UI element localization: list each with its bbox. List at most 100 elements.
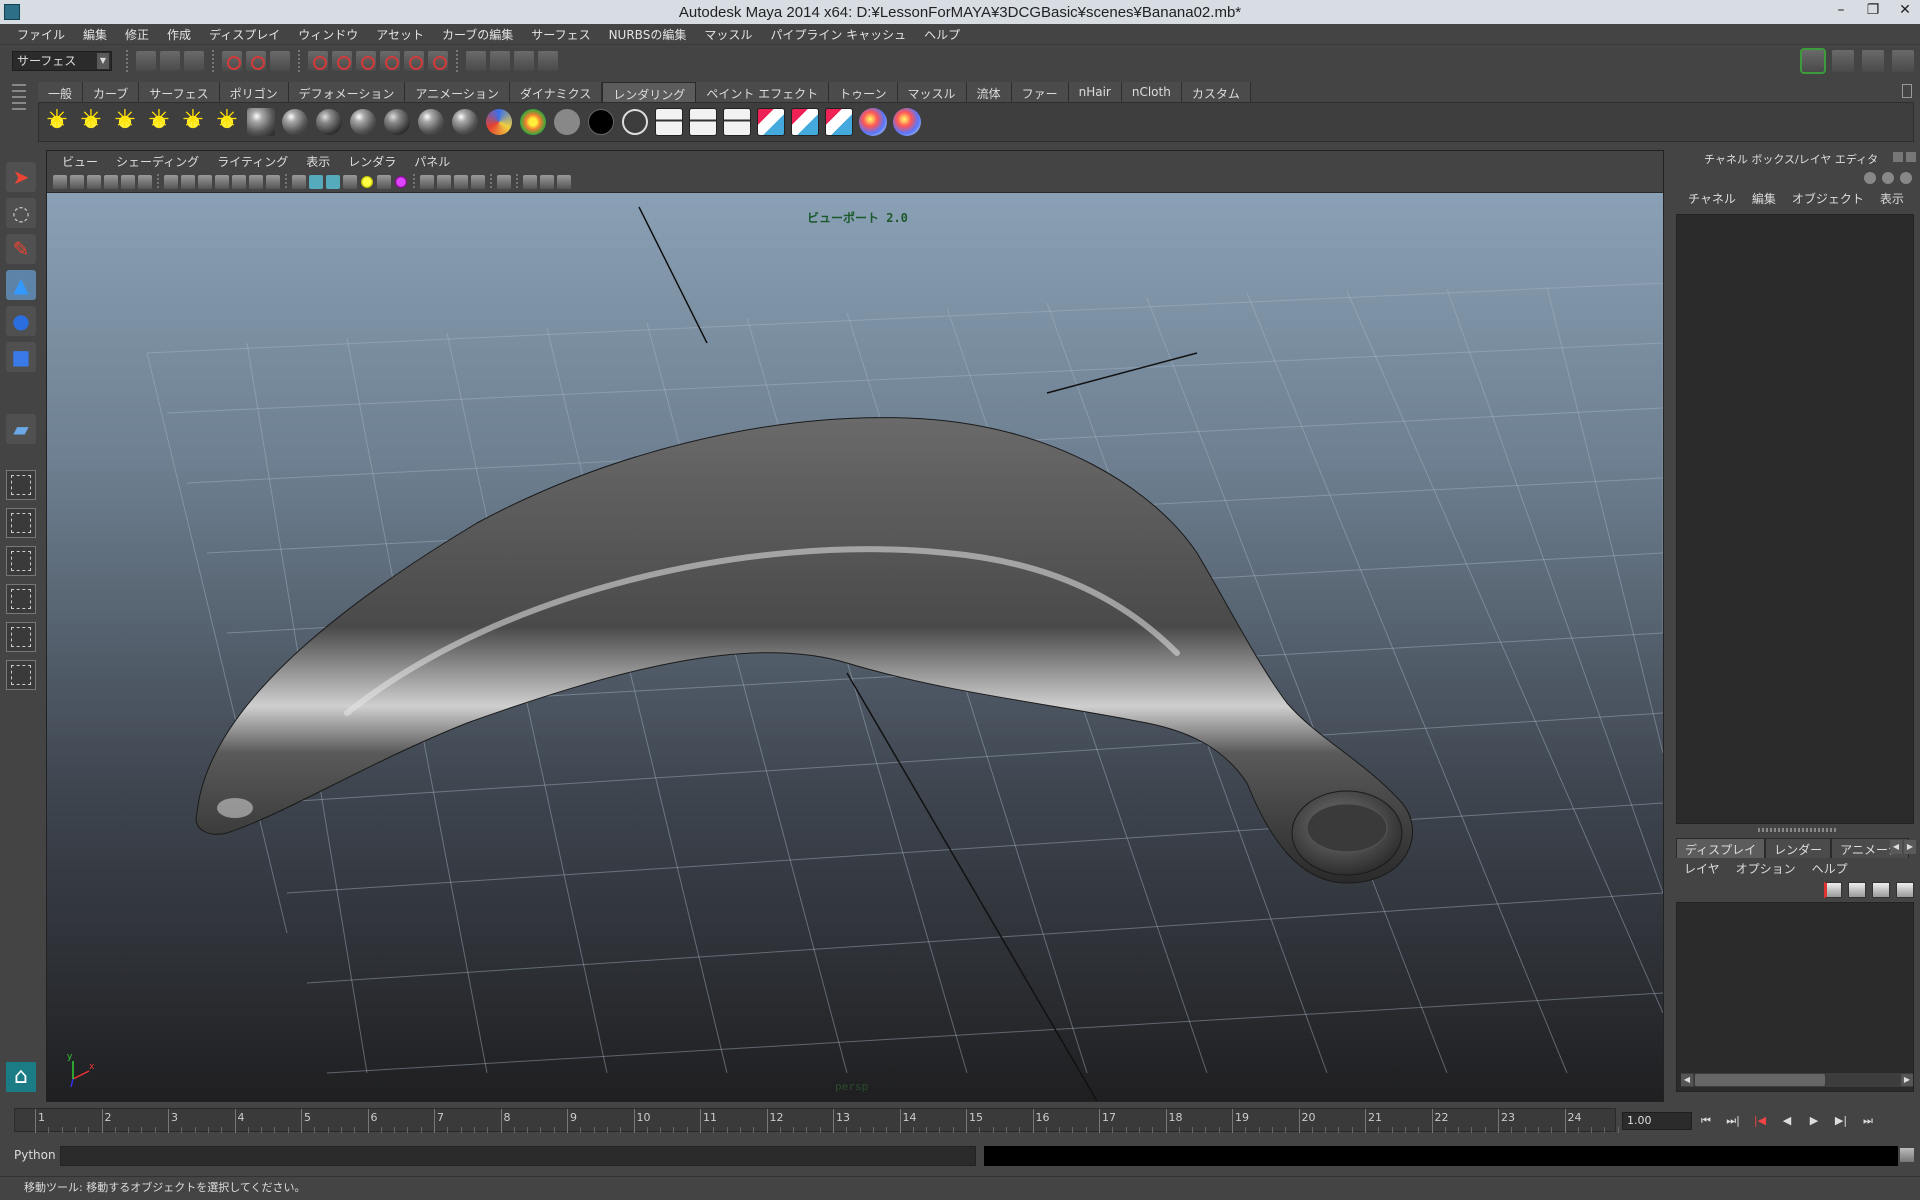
batch-render-icon[interactable] — [723, 108, 751, 136]
blinn-material-icon[interactable] — [316, 109, 342, 135]
point-light-icon[interactable] — [111, 105, 139, 136]
menu-edit-curves[interactable]: カーブの編集 — [433, 26, 522, 43]
shelf-tab-ncloth[interactable]: nCloth — [1121, 82, 1182, 102]
channel-box-icon[interactable] — [1892, 50, 1914, 72]
paint-canvas-icon[interactable] — [859, 108, 887, 136]
camera-attributes-icon[interactable] — [70, 174, 84, 189]
render-frame-icon[interactable] — [490, 50, 510, 71]
tool-settings-icon[interactable] — [1862, 50, 1884, 72]
snap-curve-icon[interactable] — [332, 50, 352, 71]
persp-outliner-layout-icon[interactable] — [6, 546, 36, 576]
panel-splitter[interactable] — [1758, 828, 1838, 832]
snap-grid-icon[interactable] — [308, 50, 328, 71]
shelf-tab-general[interactable]: 一般 — [38, 82, 84, 102]
ramp-shader-icon[interactable] — [486, 109, 512, 135]
shelf-tab-custom[interactable]: カスタム — [1181, 82, 1251, 102]
xray-icon[interactable] — [437, 174, 451, 189]
float-icon[interactable] — [1893, 152, 1903, 162]
shelf-tab-polygons[interactable]: ポリゴン — [219, 82, 289, 102]
shelf-tab-paint-effects[interactable]: ペイント エフェクト — [696, 82, 830, 102]
shelf-menu-handle[interactable] — [12, 80, 28, 144]
select-component-icon[interactable] — [270, 50, 290, 71]
select-camera-icon[interactable] — [53, 174, 67, 189]
hypershade-icon[interactable] — [791, 108, 819, 136]
share-icon[interactable] — [557, 174, 571, 189]
banana-model[interactable] — [195, 417, 1413, 884]
channel-menu-edit[interactable]: 編集 — [1744, 190, 1784, 207]
render-settings-shelf-icon[interactable] — [757, 108, 785, 136]
select-hierarchy-icon[interactable] — [222, 50, 242, 71]
area-light-icon[interactable] — [179, 105, 207, 136]
phonge-material-icon[interactable] — [418, 109, 444, 135]
render-view-icon[interactable] — [466, 50, 486, 71]
toon-outline-icon[interactable] — [622, 109, 648, 135]
wireframe-icon[interactable] — [292, 174, 306, 189]
anisotropic-material-icon[interactable] — [282, 109, 308, 135]
menu-file[interactable]: ファイル — [8, 26, 74, 43]
go-to-start-button[interactable]: ⏮ — [1698, 1114, 1714, 1128]
resolution-gate-icon[interactable] — [198, 174, 212, 189]
menu-surfaces[interactable]: サーフェス — [522, 26, 599, 43]
channel-menu-show[interactable]: 表示 — [1872, 190, 1912, 207]
viewport-menu-renderer[interactable]: レンダラ — [339, 153, 405, 170]
magnet-icon[interactable] — [428, 50, 448, 71]
open-scene-icon[interactable] — [160, 50, 180, 71]
lasso-tool-icon[interactable]: ◌ — [6, 198, 36, 228]
menu-create[interactable]: 作成 — [158, 26, 200, 43]
command-input[interactable] — [60, 1146, 976, 1166]
menu-edit-nurbs[interactable]: NURBSの編集 — [600, 26, 696, 43]
gate-mask-icon[interactable] — [215, 174, 229, 189]
rotate-tool-icon[interactable]: ● — [6, 306, 36, 336]
go-to-end-button[interactable]: ⏭ — [1860, 1114, 1876, 1128]
shelf-tab-fur[interactable]: ファー — [1011, 82, 1069, 102]
move-layer-up-icon[interactable] — [1824, 882, 1842, 898]
hud-toggle-icon[interactable] — [497, 174, 511, 189]
outliner-persp-graph-layout-icon[interactable] — [6, 622, 36, 652]
channel-box-area[interactable] — [1676, 214, 1914, 824]
use-all-lights-icon[interactable] — [360, 174, 374, 189]
shelf-tab-muscle[interactable]: マッスル — [897, 82, 967, 102]
phong-material-icon[interactable] — [384, 109, 410, 135]
ambient-occlusion-icon[interactable] — [394, 174, 408, 189]
script-editor-icon[interactable] — [1900, 1148, 1914, 1162]
render-settings-icon[interactable] — [538, 50, 558, 71]
xray-joints-icon[interactable] — [471, 174, 485, 189]
menu-modify[interactable]: 修正 — [116, 26, 158, 43]
safe-title-icon[interactable] — [266, 174, 280, 189]
xray-active-icon[interactable] — [454, 174, 468, 189]
step-forward-frame-button[interactable]: ▶| — [1833, 1114, 1849, 1128]
new-scene-icon[interactable] — [136, 50, 156, 71]
tab-scroll-right-icon[interactable]: ▶ — [1904, 840, 1916, 854]
viewport-menu-shading[interactable]: シェーディング — [107, 153, 208, 170]
bounding-box-icon[interactable] — [540, 174, 554, 189]
paint-brush-icon[interactable] — [893, 108, 921, 136]
render-current-frame-icon[interactable] — [655, 108, 683, 136]
surface-shader-icon[interactable] — [554, 109, 580, 135]
menu-set-dropdown[interactable]: サーフェス ▼ — [12, 50, 112, 71]
viewport-menu-view[interactable]: ビュー — [53, 153, 107, 170]
select-tool-icon[interactable]: ➤ — [6, 162, 36, 192]
tab-render-layers[interactable]: レンダー — [1765, 838, 1832, 858]
shelf-tab-animation[interactable]: アニメーション — [405, 82, 510, 102]
scroll-right-icon[interactable]: ▶ — [1901, 1074, 1913, 1086]
four-view-layout-icon[interactable] — [6, 508, 36, 538]
step-back-key-button[interactable]: ⏭| — [1725, 1114, 1741, 1128]
tab-scroll-left-icon[interactable]: ◀ — [1890, 840, 1902, 854]
directional-light-icon[interactable] — [77, 105, 105, 136]
scroll-thumb[interactable] — [1695, 1074, 1825, 1086]
close-button[interactable]: ✕ — [1898, 2, 1912, 18]
viewport-menu-panels[interactable]: パネル — [405, 153, 459, 170]
textured-icon[interactable] — [343, 174, 357, 189]
snap-view-plane-icon[interactable] — [380, 50, 400, 71]
time-slider-track[interactable]: 1 2 3 4 5 6 7 8 9 10 11 12 13 14 15 16 17 18 19 20 21 22 23 24 — [14, 1108, 1619, 1133]
move-tool-icon[interactable]: ▲ — [6, 270, 36, 300]
layer-list[interactable]: ◀ ▶ — [1676, 902, 1914, 1092]
volume-light-icon[interactable] — [213, 105, 241, 136]
shelf-tab-surfaces[interactable]: サーフェス — [139, 82, 220, 102]
new-layer-icon[interactable] — [1872, 882, 1890, 898]
layer-menu-layers[interactable]: レイヤ — [1676, 860, 1728, 877]
field-chart-icon[interactable] — [232, 174, 246, 189]
move-layer-down-icon[interactable] — [1848, 882, 1866, 898]
3d-scene[interactable]: ビューポート 2.0 persp x y — [47, 193, 1663, 1101]
grease-pencil-icon[interactable] — [138, 174, 152, 189]
